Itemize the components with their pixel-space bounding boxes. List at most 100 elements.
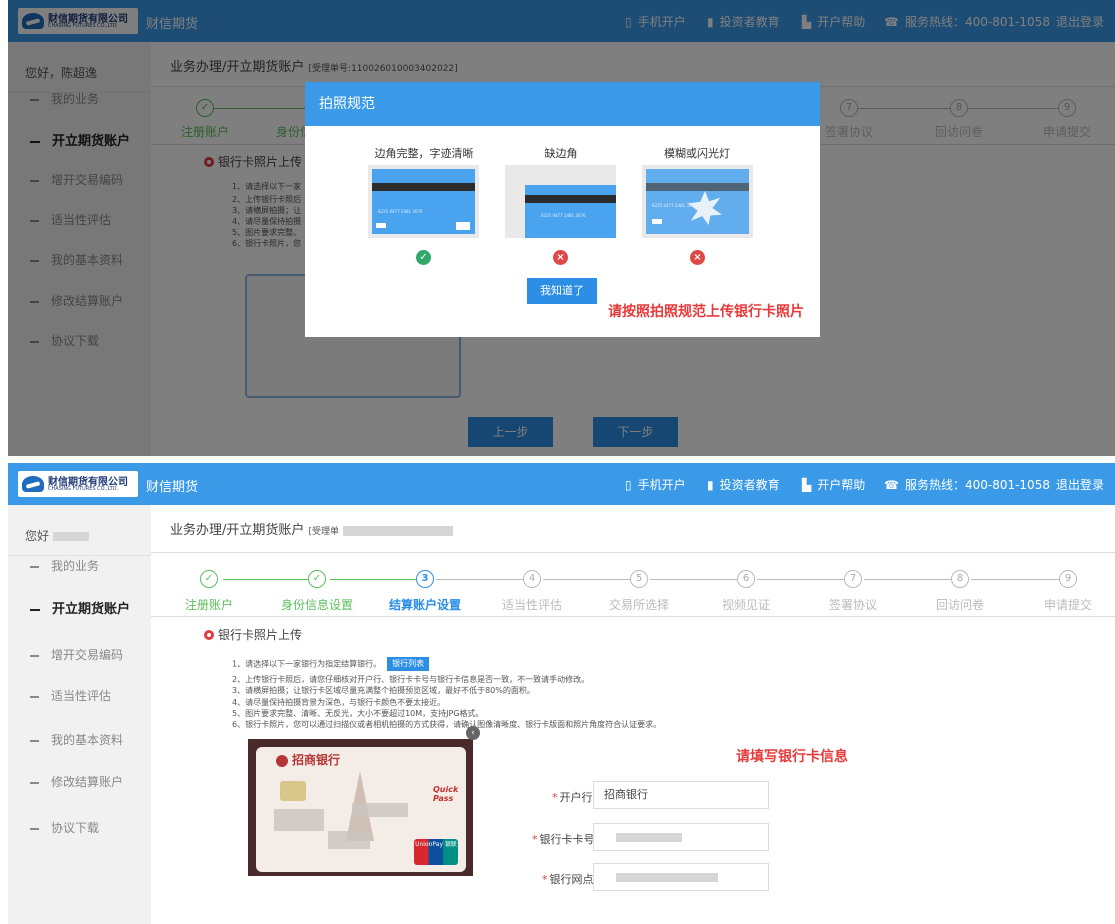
instruction-text: 1、请选择以下一家银行为指定结算银行。: [232, 659, 382, 669]
receipt-number: [受理单: [308, 527, 340, 537]
photo-guide-modal: 拍照规范 边角完整，字迹清晰 缺边角 模糊或闪光灯 6225 0477 2481…: [305, 82, 820, 337]
divider: [8, 555, 151, 556]
sidebar-item-settlement[interactable]: 修改结算账户: [30, 773, 123, 790]
magnetic-stripe: [525, 195, 616, 203]
bar-chart-icon: ▮: [707, 477, 714, 492]
step-label: 身份信息设置: [280, 598, 354, 612]
modal-annotation: 请按照拍照规范上传银行卡照片: [608, 304, 804, 320]
bank-list-button[interactable]: 银行列表: [387, 657, 430, 671]
step-4-circle: 4: [523, 570, 541, 588]
step-label: 交易所选择: [608, 598, 670, 612]
sample-caption: 缺边角: [544, 147, 578, 160]
step-label: 结算账户设置: [388, 598, 462, 612]
nav-hotline[interactable]: ☎ 服务热线：400-801-1058: [884, 476, 1050, 493]
card-number: 6225 0477 2481 3076: [541, 213, 586, 218]
breadcrumb-path: 业务办理/开立期货账户: [170, 523, 305, 538]
branch-input[interactable]: [593, 863, 769, 891]
redacted-name: [52, 532, 89, 541]
magnetic-stripe: [646, 183, 749, 191]
redacted-area: [274, 809, 324, 831]
card-chip-icon: [280, 781, 306, 801]
divider: [151, 616, 1115, 617]
step-5-circle: 5: [630, 570, 648, 588]
dash-icon: [30, 654, 39, 657]
instruction-line: 3、请横屏拍摄；让银行卡区域尽量充满整个拍摄预览区域，最好不低于80%的面积。: [232, 686, 535, 695]
instruction-line: 4、请尽量保持拍摄背景为深色，与银行卡颜色不要太接近。: [232, 698, 446, 707]
bank-name-input[interactable]: 招商银行: [593, 781, 769, 809]
bank-logo-text: 招商银行: [292, 753, 341, 767]
card-image: 6225 0477 2481 3076: [525, 185, 616, 238]
sample-caption: 边角完整，字迹清晰: [374, 147, 474, 160]
dash-icon: [30, 565, 39, 568]
step-label: 回访问卷: [935, 598, 985, 612]
card-number-label: * 银行卡卡号: [532, 831, 595, 847]
card-chip-icon: [456, 222, 470, 230]
step-label: 签署协议: [828, 598, 878, 612]
nav-help[interactable]: ▙ 开户帮助: [802, 476, 865, 493]
nav-investor-education[interactable]: ▮ 投资者教育: [707, 476, 780, 493]
sidebar-item-label: 开立期货账户: [52, 602, 131, 617]
card-number-input[interactable]: [593, 823, 769, 851]
label-text: 开户行: [559, 791, 593, 804]
redacted-area: [352, 803, 408, 817]
step-7-circle: 7: [844, 570, 862, 588]
bank-name-label: * 开户行: [552, 789, 593, 805]
redacted-card-number: [616, 832, 682, 842]
record-icon: [204, 630, 214, 640]
sidebar-item-label: 协议下载: [51, 821, 100, 835]
sidebar-item-profile[interactable]: 我的基本资料: [30, 731, 123, 748]
required-mark: *: [542, 873, 548, 886]
company-logo[interactable]: 财信期货有限公司 CHASING FUTURES CO.,LTD.: [18, 471, 138, 497]
step-connector: [543, 579, 631, 580]
logout-link[interactable]: 退出登录: [1056, 476, 1104, 493]
step-connector: [757, 579, 845, 580]
divider: [151, 552, 1115, 553]
dash-icon: [30, 827, 39, 830]
dash-icon: [30, 695, 39, 698]
sample-card-missing-corner: 6225 0477 2481 3076: [505, 165, 616, 238]
redacted-branch: [616, 872, 718, 882]
got-it-button[interactable]: 我知道了: [527, 278, 597, 304]
step-label: 适当性评估: [501, 598, 563, 612]
instruction-line: 6、银行卡照片，您可以通过扫描仪或者相机拍摄的方式获得，请确认图像清晰度、银行卡…: [232, 720, 662, 729]
sidebar-item-suitability[interactable]: 适当性评估: [30, 687, 111, 704]
uploaded-card-photo[interactable]: 招商银行 Quick Pass UnionPay 银联: [248, 739, 473, 876]
mobile-icon: ▯: [625, 477, 632, 492]
upload-section-title: 银行卡照片上传: [204, 626, 302, 643]
flash-glare-icon: [688, 191, 722, 225]
nav-mobile-account[interactable]: ▯ 手机开户: [625, 476, 686, 493]
step-1-check-icon: ✓: [200, 570, 218, 588]
label-text: 银行网点: [549, 873, 594, 886]
greeting-text: 您好: [25, 529, 50, 543]
step-3-circle: 3: [416, 570, 434, 588]
phone-icon: ☎: [884, 477, 899, 492]
card-image: 6225 0477 2481 3076: [372, 169, 475, 234]
sidebar-item-label: 适当性评估: [51, 689, 112, 703]
card-logo-icon: [376, 223, 386, 228]
sidebar-item-label: 修改结算账户: [51, 775, 124, 789]
dash-icon: [30, 739, 39, 742]
nav-label: 退出登录: [1056, 478, 1105, 492]
dash-icon: [30, 781, 39, 784]
required-mark: *: [532, 833, 538, 846]
error-icon: ×: [553, 250, 568, 265]
step-label: 视频见证: [721, 598, 771, 612]
sidebar-item-download[interactable]: 协议下载: [30, 819, 99, 836]
sample-card-good: 6225 0477 2481 3076: [368, 165, 479, 238]
step-connector: [971, 579, 1059, 580]
step-8-circle: 8: [951, 570, 969, 588]
form-annotation: 请填写银行卡信息: [736, 749, 848, 765]
step-label: 申请提交: [1043, 598, 1093, 612]
sidebar-item-open-account[interactable]: 开立期货账户: [30, 598, 130, 617]
sidebar-item-label: 我的基本资料: [51, 733, 124, 747]
redacted-receipt: [343, 525, 454, 536]
card-face: 招商银行 Quick Pass UnionPay 银联: [256, 747, 466, 872]
sample-card-blurred: 6225 0477 2481 3076: [642, 165, 753, 238]
step-6-circle: 6: [737, 570, 755, 588]
unionpay-logo: UnionPay 银联: [414, 839, 458, 865]
sidebar: 您好 我的业务 开立期货账户 增开交易编码 适当性评估 我的基本资料 修改结算账…: [8, 505, 151, 924]
sidebar-item-my-business[interactable]: 我的业务: [30, 557, 99, 574]
remove-photo-icon[interactable]: ‹: [466, 726, 480, 740]
sidebar-item-add-trading-code[interactable]: 增开交易编码: [30, 646, 123, 663]
brand-name: 财信期货: [146, 480, 199, 495]
